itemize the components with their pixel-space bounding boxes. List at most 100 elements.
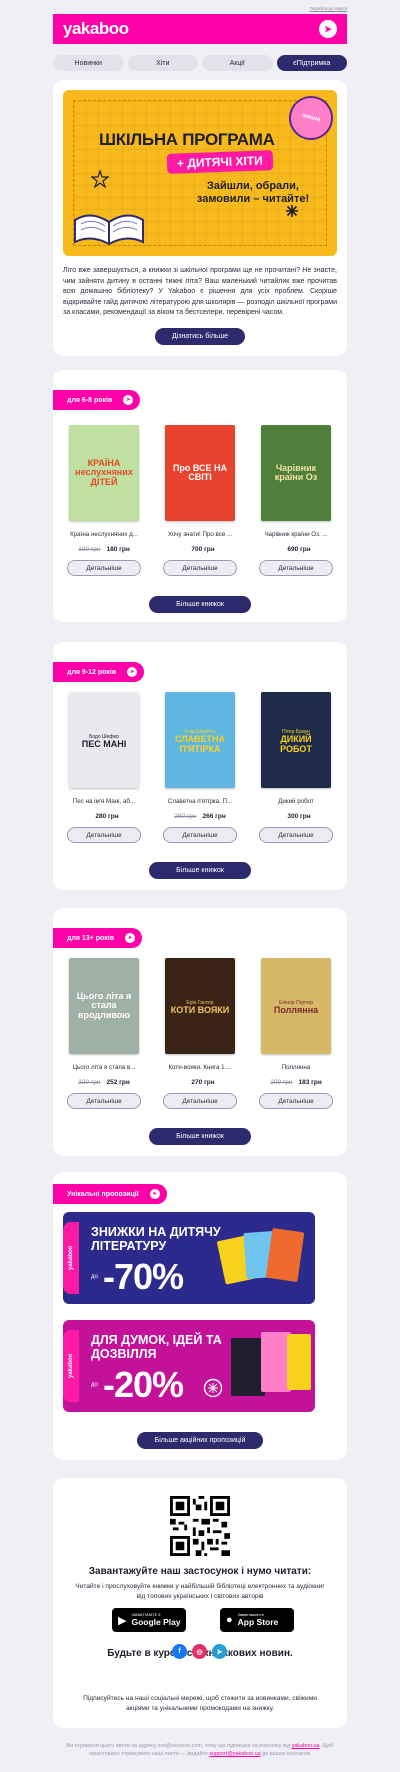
section-label: для 13+ років ➤ bbox=[53, 928, 143, 948]
hero-banner[interactable]: школа ШКІЛЬНА ПРОГРАМА + ДИТЯЧІ ХІТИ Зай… bbox=[63, 90, 337, 256]
telegram-icon[interactable]: ➤ bbox=[212, 1644, 227, 1659]
book-cover[interactable]: Елінор Портер Поллянна bbox=[261, 958, 331, 1054]
more-books-button[interactable]: Більше книжок bbox=[149, 596, 251, 613]
more-books-button[interactable]: Більше книжок bbox=[149, 862, 251, 879]
section-label: для 9-12 років ➤ bbox=[53, 662, 145, 682]
banner-headline: ДЛЯ ДУМОК, ІДЕЙ ТА ДОЗВІЛЛЯ bbox=[91, 1333, 222, 1361]
book-item: Ерін Гантер КОТИ ВОЯКИ Коти-вояки. Книга… bbox=[157, 958, 243, 1109]
details-button[interactable]: Детальніше bbox=[163, 827, 237, 843]
publisher-logo-icon bbox=[203, 1378, 223, 1398]
tab-sales[interactable]: Акції bbox=[202, 55, 273, 71]
book-list: Цього літа я стала вродливою Цього літа … bbox=[61, 958, 339, 1109]
price: 700 грн bbox=[191, 546, 215, 553]
book-cover[interactable]: Енід Блайтон СЛАВЕТНА П'ЯТІРКА bbox=[165, 692, 235, 788]
header: yakaboo ➤ bbox=[53, 14, 347, 44]
book-name[interactable]: Поллянна bbox=[282, 1064, 311, 1071]
store-big-text: Google Play bbox=[131, 1616, 181, 1627]
cover-title: Чарівник країни Оз bbox=[274, 462, 318, 482]
price: 180 грн bbox=[106, 546, 130, 553]
cover-title: Поллянна bbox=[273, 1004, 319, 1015]
price-row: 270 грн bbox=[185, 1078, 214, 1087]
banner-side-logo: yakaboo bbox=[63, 1222, 79, 1294]
book-item: Елінор Портер Поллянна Поллянна 209 грн … bbox=[253, 958, 339, 1109]
details-button[interactable]: Детальніше bbox=[259, 1093, 333, 1109]
cover-title: СЛАВЕТНА П'ЯТІРКА bbox=[174, 734, 226, 754]
send-plane-icon: ➤ bbox=[149, 1189, 160, 1199]
store-big-text: App Store bbox=[237, 1616, 279, 1627]
books-section-9-12: для 9-12 років ➤ Бодо Шефер ПЕС МАНІ Пес… bbox=[53, 642, 347, 890]
book-cover[interactable]: КРАЇНА неслухняних ДІТЕЙ bbox=[69, 425, 139, 521]
cover-title: Цього літа я стала вродливою bbox=[76, 990, 132, 1020]
instagram-icon[interactable]: ◎ bbox=[192, 1644, 207, 1659]
banner-discount: -20% bbox=[103, 1364, 184, 1405]
qr-code[interactable] bbox=[170, 1496, 230, 1556]
app-section: Завантажуйте наш застосунок і нумо читат… bbox=[53, 1478, 347, 1728]
more-books-button[interactable]: Більше книжок bbox=[149, 1128, 251, 1145]
details-button[interactable]: Детальніше bbox=[67, 560, 141, 576]
books-section-13-plus: для 13+ років ➤ Цього літа я стала вродл… bbox=[53, 908, 347, 1156]
book-name[interactable]: Дикий робот bbox=[278, 798, 314, 805]
book-list: КРАЇНА неслухняних ДІТЕЙ Країна неслухня… bbox=[61, 425, 339, 576]
banner-upto: до bbox=[91, 1274, 98, 1280]
send-plane-icon: ➤ bbox=[127, 667, 138, 677]
details-button[interactable]: Детальніше bbox=[163, 560, 237, 576]
book-cover[interactable]: Пітер Браун ДИКИЙ РОБОТ bbox=[261, 692, 331, 788]
yakaboo-logo[interactable]: yakaboo bbox=[63, 19, 129, 39]
adult-books-illustration bbox=[231, 1332, 311, 1396]
tab-hits[interactable]: Хіти bbox=[127, 55, 198, 71]
book-item: Пітер Браун ДИКИЙ РОБОТ Дикий робот 300 … bbox=[253, 692, 339, 843]
details-button[interactable]: Детальніше bbox=[67, 827, 141, 843]
google-play-button[interactable]: ▶ ЗАВАНТАЖТЕ З Google Play bbox=[112, 1608, 186, 1632]
facebook-icon[interactable]: f bbox=[172, 1644, 187, 1659]
app-store-button[interactable]: ● Завантажити в App Store bbox=[220, 1608, 294, 1632]
details-button[interactable]: Детальніше bbox=[163, 1093, 237, 1109]
details-button[interactable]: Детальніше bbox=[67, 1093, 141, 1109]
book-name[interactable]: Пес на ім'я Мані, аб... bbox=[73, 798, 135, 805]
tab-new[interactable]: Новинки bbox=[53, 55, 124, 71]
footer-text: до ваших контактів. bbox=[262, 1751, 312, 1758]
book-item: КРАЇНА неслухняних ДІТЕЙ Країна неслухня… bbox=[61, 425, 147, 576]
book-cover[interactable]: Цього літа я стала вродливою bbox=[69, 958, 139, 1054]
send-plane-icon[interactable]: ➤ bbox=[319, 20, 337, 38]
book-cover[interactable]: Чарівник країни Оз bbox=[261, 425, 331, 521]
book-item: Енід Блайтон СЛАВЕТНА П'ЯТІРКА Славетна … bbox=[157, 692, 243, 843]
tab-support[interactable]: єПідтримка bbox=[276, 55, 347, 71]
nav-tabs: Новинки Хіти Акції єПідтримка bbox=[53, 55, 347, 71]
price-row: 209 грн 183 грн bbox=[270, 1078, 322, 1087]
cover-title: ДИКИЙ РОБОТ bbox=[280, 734, 312, 754]
section-label: для 6-8 років ➤ bbox=[53, 390, 141, 410]
footer-note: Ви отримали цього листа на адресу xxx@xx… bbox=[60, 1742, 340, 1758]
price: 280 грн bbox=[95, 813, 119, 820]
price-row: 320 грн 252 грн bbox=[78, 1078, 130, 1087]
promo-banner-ideas[interactable]: yakaboo ДЛЯ ДУМОК, ІДЕЙ ТА ДОЗВІЛЛЯ до -… bbox=[63, 1320, 315, 1412]
price: 183 грн bbox=[298, 1079, 322, 1086]
price-row: 700 грн bbox=[185, 545, 214, 554]
book-name[interactable]: Цього літа я стала в... bbox=[72, 1064, 135, 1071]
promo-banner-kids[interactable]: yakaboo ЗНИЖКИ НА ДИТЯЧУ ЛІТЕРАТУРУ до -… bbox=[63, 1212, 315, 1304]
learn-more-button[interactable]: Дізнатись більше bbox=[155, 328, 245, 345]
book-name[interactable]: Хочу знати! Про все ... bbox=[168, 531, 232, 538]
book-cover[interactable]: Ерін Гантер КОТИ ВОЯКИ bbox=[165, 958, 235, 1054]
price-row: 280 грн 266 грн bbox=[174, 812, 226, 821]
footer-site-link[interactable]: yakaboo.ua bbox=[292, 1743, 320, 1749]
details-button[interactable]: Детальніше bbox=[259, 560, 333, 576]
price: 252 грн bbox=[106, 1079, 130, 1086]
web-version-link[interactable]: Перейти до версії bbox=[310, 6, 347, 11]
more-promos-button[interactable]: Більше акційних пропозицій bbox=[137, 1432, 263, 1449]
book-name[interactable]: Коти-вояки. Книга 1.... bbox=[169, 1064, 232, 1071]
book-name[interactable]: Країна неслухняних д... bbox=[70, 531, 138, 538]
old-price: 190 грн bbox=[78, 546, 101, 553]
price-row: 690 грн bbox=[281, 545, 310, 554]
details-button[interactable]: Детальніше bbox=[259, 827, 333, 843]
google-play-icon: ▶ bbox=[118, 1614, 127, 1627]
book-name[interactable]: Славетна п'ятірка. П... bbox=[168, 798, 232, 805]
old-price: 280 грн bbox=[174, 813, 197, 820]
book-name[interactable]: Чарівник країни Оз. ... bbox=[264, 531, 327, 538]
footer-email-link[interactable]: support@yakaboo.ua bbox=[209, 1751, 260, 1757]
app-description: Читайте і прослуховуйте книжки у найбіль… bbox=[75, 1583, 325, 1600]
book-cover[interactable]: Бодо Шефер ПЕС МАНІ bbox=[69, 692, 139, 788]
hero-card: школа ШКІЛЬНА ПРОГРАМА + ДИТЯЧІ ХІТИ Зай… bbox=[53, 80, 347, 356]
book-cover[interactable]: Про ВСЕ НА СВІТІ bbox=[165, 425, 235, 521]
book-list: Бодо Шефер ПЕС МАНІ Пес на ім'я Мані, аб… bbox=[61, 692, 339, 843]
price: 266 грн bbox=[202, 813, 226, 820]
